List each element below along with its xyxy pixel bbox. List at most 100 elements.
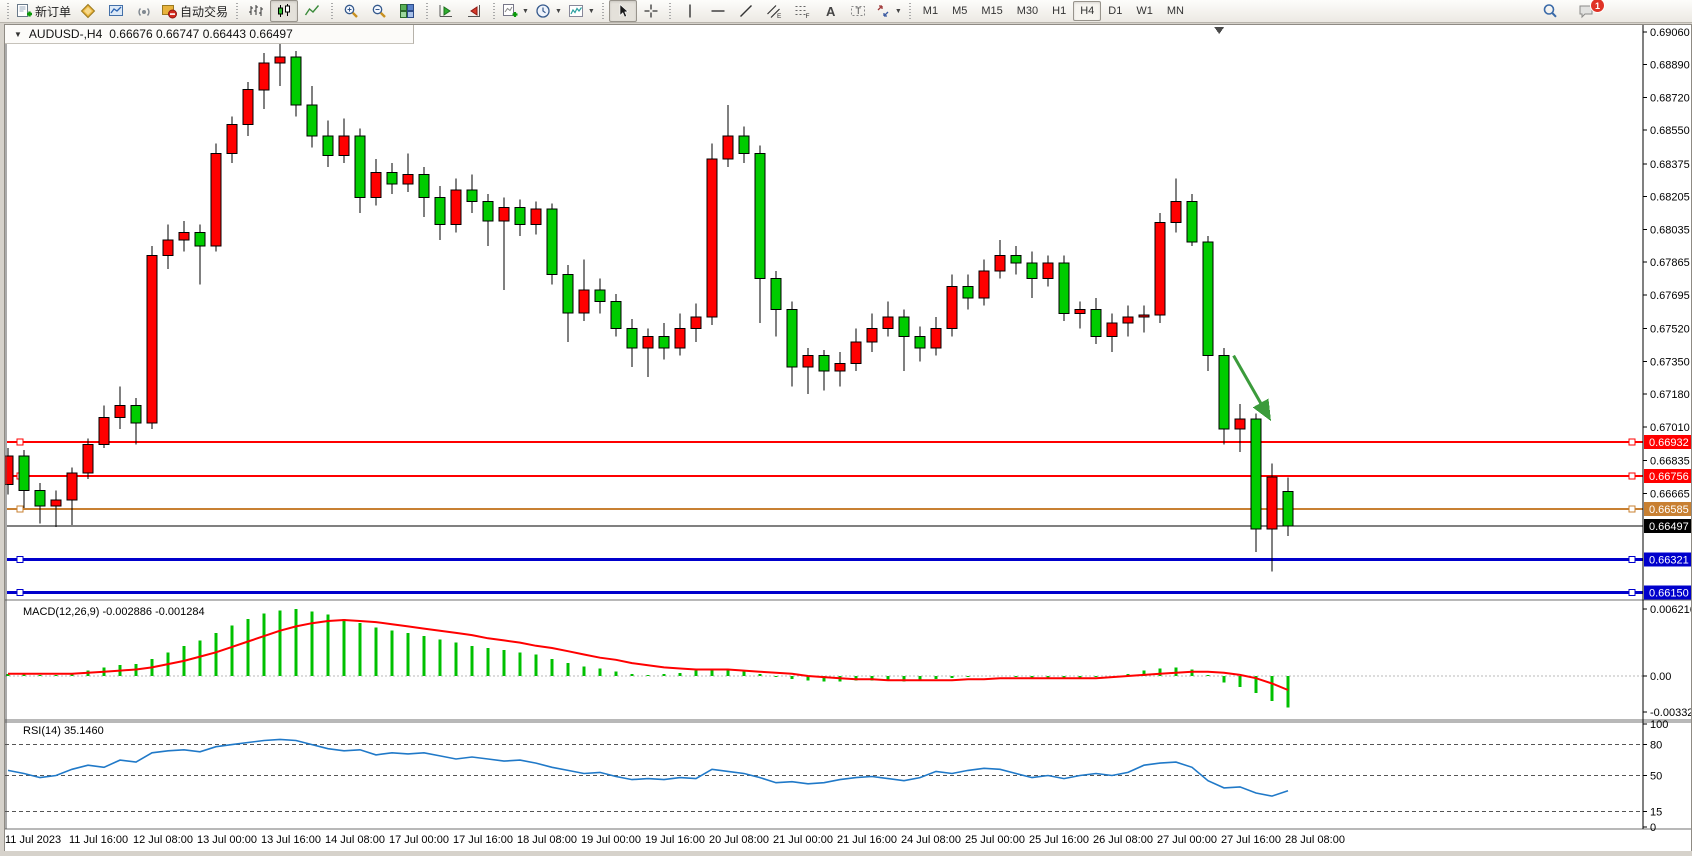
crosshair-icon [643, 3, 659, 19]
toolbar-grip[interactable] [491, 3, 496, 19]
text-button[interactable]: A [816, 0, 844, 22]
template-button[interactable]: ▼ [565, 0, 598, 22]
tile-windows-button[interactable] [393, 0, 421, 22]
chevron-down-icon[interactable]: ▼ [522, 8, 529, 15]
line-anchor[interactable] [17, 557, 23, 563]
chart-title-bar[interactable]: ▼ AUDUSD-,H4 0.66676 0.66747 0.66443 0.6… [5, 25, 414, 44]
chevron-down-icon[interactable]: ▼ [895, 8, 902, 15]
tile-icon [399, 3, 415, 19]
autotrading-button-label: 自动交易 [180, 3, 228, 20]
auto-scroll-button[interactable] [432, 0, 460, 22]
candlestick-button[interactable] [270, 0, 298, 22]
line-anchor[interactable] [1629, 590, 1635, 596]
line-anchor[interactable] [17, 590, 23, 596]
svg-text:27 Jul 16:00: 27 Jul 16:00 [1221, 834, 1281, 846]
svg-text:0.68890: 0.68890 [1650, 60, 1690, 72]
line-anchor[interactable] [1629, 473, 1635, 479]
candle-body [355, 136, 365, 198]
chart-window: ▼ AUDUSD-,H4 0.66676 0.66747 0.66443 0.6… [4, 24, 1692, 851]
toolbar-grip[interactable] [5, 3, 10, 19]
candle-body [1283, 491, 1293, 526]
line-anchor[interactable] [17, 506, 23, 512]
line-anchor[interactable] [1629, 506, 1635, 512]
rsi-label: RSI(14) 35.1460 [23, 725, 104, 737]
line-anchor[interactable] [1629, 439, 1635, 445]
svg-text:27 Jul 00:00: 27 Jul 00:00 [1157, 834, 1217, 846]
candle-body [435, 198, 445, 225]
svg-text:100: 100 [1650, 719, 1668, 731]
chevron-down-icon[interactable]: ▼ [14, 30, 22, 39]
toolbar-grip[interactable] [668, 3, 673, 19]
svg-text:0.00: 0.00 [1650, 671, 1671, 683]
svg-text:21 Jul 00:00: 21 Jul 00:00 [773, 834, 833, 846]
line-anchor[interactable] [17, 439, 23, 445]
line-anchor[interactable] [1629, 557, 1635, 563]
equidistant-channel-button[interactable]: E [760, 0, 788, 22]
candle-body [163, 240, 173, 255]
timeframe-h1-button[interactable]: H1 [1045, 1, 1073, 21]
svg-text:15: 15 [1650, 807, 1662, 819]
timeframe-h4-button[interactable]: H4 [1073, 1, 1101, 21]
cursor-button[interactable] [609, 0, 637, 22]
candle-body [195, 232, 205, 246]
horizontal-line-button[interactable] [704, 0, 732, 22]
candle-body [1107, 323, 1117, 337]
timeframe-d1-button[interactable]: D1 [1101, 1, 1129, 21]
timeframe-m5-button[interactable]: M5 [945, 1, 974, 21]
svg-text:20 Jul 08:00: 20 Jul 08:00 [709, 834, 769, 846]
chart-canvas[interactable]: MACD(12,26,9) -0.002886 -0.001284RSI(14)… [5, 25, 1691, 850]
candle-body [147, 255, 157, 423]
toolbar-grip[interactable] [234, 3, 239, 19]
price-chart-svg[interactable]: MACD(12,26,9) -0.002886 -0.001284RSI(14)… [5, 25, 1691, 851]
timeframe-m1-button[interactable]: M1 [916, 1, 945, 21]
metaeditor-button[interactable] [74, 0, 102, 22]
candle-body [483, 202, 493, 221]
candle-body [963, 286, 973, 298]
line-chart-button[interactable] [298, 0, 326, 22]
toolbar-grip[interactable] [908, 3, 913, 19]
timeframe-w1-button[interactable]: W1 [1129, 1, 1160, 21]
autoscroll-icon [438, 3, 454, 19]
toolbar-grip[interactable] [424, 3, 429, 19]
candle-body [499, 207, 509, 221]
candle-body [211, 153, 221, 246]
candle-body [275, 57, 285, 63]
candle-body [403, 175, 413, 185]
svg-text:12 Jul 08:00: 12 Jul 08:00 [133, 834, 193, 846]
candle-body [131, 406, 141, 423]
crosshair-button[interactable] [637, 0, 665, 22]
trendline-button[interactable] [732, 0, 760, 22]
timeframe-m15-button[interactable]: M15 [974, 1, 1009, 21]
vertical-line-button[interactable] [676, 0, 704, 22]
toolbar-grip[interactable] [601, 3, 606, 19]
autotrading-button[interactable]: 自动交易 [158, 0, 231, 22]
svg-text:17 Jul 00:00: 17 Jul 00:00 [389, 834, 449, 846]
timeframe-mn-button[interactable]: MN [1160, 1, 1191, 21]
new-chart-icon [502, 3, 518, 19]
candle-body [323, 136, 333, 155]
zoom-in-button[interactable] [337, 0, 365, 22]
chart-shift-button[interactable] [460, 0, 488, 22]
bar-chart-button[interactable] [242, 0, 270, 22]
new-chart-button[interactable]: ▼ [499, 0, 532, 22]
chat-button[interactable]: 1 [1572, 0, 1600, 22]
candle-body [467, 190, 477, 202]
period-button[interactable]: ▼ [532, 0, 565, 22]
fibonacci-button[interactable]: F [788, 0, 816, 22]
timeframe-m30-button[interactable]: M30 [1010, 1, 1045, 21]
svg-text:0.68035: 0.68035 [1650, 224, 1690, 236]
new-order-button[interactable]: 新订单 [13, 0, 74, 22]
market-watch-button[interactable] [102, 0, 130, 22]
zoom-out-button[interactable] [365, 0, 393, 22]
arrows-button[interactable]: ▼ [872, 0, 905, 22]
candle-body [51, 500, 61, 506]
label-icon: T [850, 3, 866, 19]
candle-body [835, 363, 845, 371]
toolbar-grip[interactable] [329, 3, 334, 19]
signals-button[interactable] [130, 0, 158, 22]
search-button[interactable] [1536, 0, 1564, 22]
svg-text:0.67520: 0.67520 [1650, 324, 1690, 336]
text-label-button[interactable]: T [844, 0, 872, 22]
chevron-down-icon[interactable]: ▼ [588, 8, 595, 15]
chevron-down-icon[interactable]: ▼ [555, 8, 562, 15]
